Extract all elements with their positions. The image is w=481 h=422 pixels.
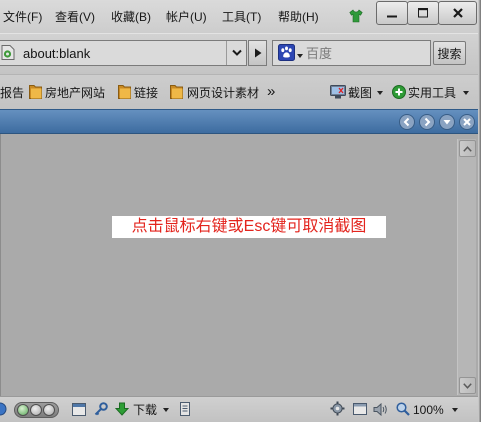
bookmark-label: 网页设计素材 [187,86,260,100]
zoom-level: 100% [413,403,444,417]
utilities-tool-button[interactable]: 实用工具 [392,84,470,100]
speaker-icon[interactable] [373,403,388,416]
vertical-scrollbar[interactable] [457,139,476,395]
utilities-label: 实用工具 [408,86,457,100]
gear-icon[interactable] [330,401,345,416]
tab-list-icon[interactable] [439,114,455,130]
search-box[interactable] [272,40,431,66]
download-label: 下载 [133,403,158,417]
address-input[interactable] [23,44,223,62]
minimize-button[interactable] [376,1,408,25]
search-button[interactable]: 搜索 [433,41,466,65]
window-icon[interactable] [72,403,86,416]
screenshot-icon [330,85,346,99]
menu-file[interactable]: 文件(F) [3,9,42,25]
screenshot-tool-button[interactable]: 截图 [330,84,385,100]
menu-view[interactable]: 查看(V) [55,9,95,25]
zoom-control[interactable]: 100% [396,401,462,417]
close-icon [452,7,464,19]
page-content[interactable]: 点击鼠标右键或Esc键可取消截图 [0,134,478,396]
download-button[interactable]: 下载 [115,401,170,417]
status-bar: 下载 100% [0,396,478,422]
baidu-paw-icon[interactable] [278,44,295,61]
key-icon[interactable] [94,402,108,416]
bookmarks-overflow-button[interactable]: » [267,84,275,100]
tab-bar [0,109,481,134]
globe-icon[interactable] [0,402,7,416]
magnifier-icon [396,402,410,416]
folder-icon [29,84,42,99]
menu-help[interactable]: 帮助(H) [278,9,319,25]
address-bar[interactable] [0,40,247,66]
caret-down-icon [377,91,383,95]
plus-circle-icon [392,85,406,99]
menu-tools[interactable]: 工具(T) [222,9,261,25]
back-icon[interactable] [399,114,415,130]
menu-account[interactable]: 帐户(U) [166,9,207,25]
bookmark-label: 链接 [134,86,159,100]
close-button[interactable] [438,1,477,25]
engine-caret-icon[interactable] [297,54,303,58]
minimize-icon [386,7,398,19]
toggle-dot [30,404,42,416]
browser-window: 文件(F) 查看(V) 收藏(B) 帐户(U) 工具(T) 帮助(H) abou… [0,0,481,422]
tshirt-icon[interactable] [349,9,363,23]
go-arrow-icon [254,48,262,58]
close-tab-icon[interactable] [459,114,475,130]
menu-favorites[interactable]: 收藏(B) [111,9,151,25]
toggle-switch[interactable] [14,402,59,418]
address-dropdown-button[interactable] [226,41,246,65]
chevron-down-icon [463,382,472,389]
maximize-button[interactable] [407,1,439,25]
maximize-icon [417,7,429,19]
chevron-down-icon [231,49,242,57]
scroll-down-button[interactable] [459,377,476,394]
toggle-dot [43,404,55,416]
download-icon [115,402,129,416]
address-toolbar: 搜索 [0,34,481,75]
page-icon [1,45,15,60]
menu-bar: 文件(F) 查看(V) 收藏(B) 帐户(U) 工具(T) 帮助(H) [0,0,481,34]
caret-down-icon [163,408,169,412]
caret-down-icon [452,408,458,412]
screenshot-hint-message: 点击鼠标右键或Esc键可取消截图 [112,216,386,238]
folder-icon [118,84,131,99]
caret-down-icon [463,91,469,95]
toggle-dot [17,404,29,416]
fullscreen-icon[interactable] [353,403,367,415]
folder-icon [170,84,183,99]
bookmark-report[interactable]: 报告 [0,86,24,100]
go-button[interactable] [248,40,267,66]
clipboard-icon[interactable] [179,402,191,416]
forward-icon[interactable] [419,114,435,130]
bookmarks-bar: 报告 房地产网站 链接 网页设计素材 » 截图 实用工具 [0,75,481,109]
scroll-up-button[interactable] [459,140,476,157]
search-input[interactable] [306,45,424,62]
bookmark-label: 房地产网站 [45,86,106,100]
chevron-up-icon [463,145,472,152]
screenshot-label: 截图 [348,86,373,100]
